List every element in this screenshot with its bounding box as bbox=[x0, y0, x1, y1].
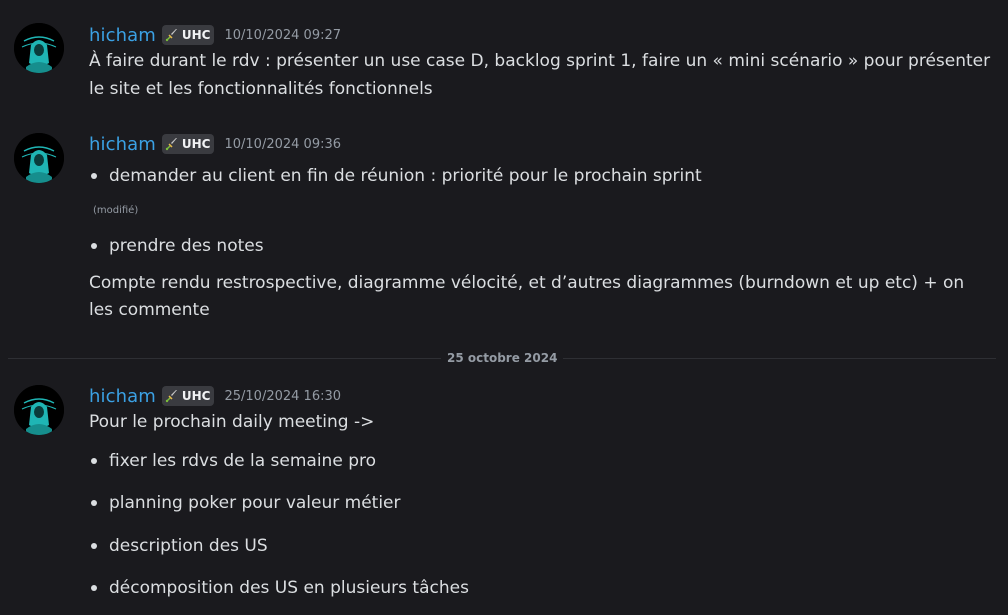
list-item: description des US bbox=[89, 534, 268, 558]
bullet-icon bbox=[91, 173, 97, 179]
bullet-icon bbox=[91, 585, 97, 591]
username[interactable]: hicham bbox=[89, 134, 156, 155]
hooded-figure-icon bbox=[14, 385, 64, 435]
clan-tag-label: UHC bbox=[181, 137, 211, 151]
list-item: planning poker pour valeur métier bbox=[89, 491, 401, 515]
sword-icon bbox=[165, 138, 177, 151]
list-item-text: description des US bbox=[109, 536, 268, 556]
message-header: hicham UHC 10/10/2024 09:36 bbox=[89, 132, 341, 156]
bullet-icon bbox=[91, 458, 97, 464]
message-timestamp[interactable]: 10/10/2024 09:27 bbox=[224, 28, 341, 43]
message-text: le site et les fonctionnalités fonctionn… bbox=[89, 79, 433, 99]
hooded-figure-icon bbox=[14, 133, 64, 183]
clan-tag[interactable]: UHC bbox=[161, 386, 215, 406]
message-text: À faire durant le rdv : présenter un use… bbox=[89, 51, 991, 71]
user-avatar[interactable] bbox=[14, 133, 64, 183]
list-item-text: planning poker pour valeur métier bbox=[109, 493, 401, 513]
list-item: demander au client en fin de réunion : p… bbox=[89, 164, 702, 188]
sword-icon bbox=[165, 390, 177, 403]
list-item-text: prendre des notes bbox=[109, 236, 264, 256]
list-item: fixer les rdvs de la semaine pro bbox=[89, 449, 376, 473]
list-item: décomposition des US en plusieurs tâches bbox=[89, 576, 469, 600]
list-item-text: décomposition des US en plusieurs tâches bbox=[109, 578, 469, 598]
message-text: Pour le prochain daily meeting -> bbox=[89, 412, 375, 432]
clan-tag[interactable]: UHC bbox=[161, 134, 215, 154]
list-item: prendre des notes bbox=[89, 234, 264, 258]
clan-tag-label: UHC bbox=[181, 389, 211, 403]
message-timestamp[interactable]: 10/10/2024 09:36 bbox=[224, 137, 341, 152]
list-item-text: demander au client en fin de réunion : p… bbox=[109, 166, 702, 186]
hooded-figure-icon bbox=[14, 23, 64, 73]
username[interactable]: hicham bbox=[89, 25, 156, 46]
username[interactable]: hicham bbox=[89, 386, 156, 407]
bullet-icon bbox=[91, 500, 97, 506]
message-header: hicham UHC 25/10/2024 16:30 bbox=[89, 384, 341, 408]
sword-icon bbox=[165, 29, 177, 42]
message-header: hicham UHC 10/10/2024 09:27 bbox=[89, 23, 341, 47]
bullet-icon bbox=[91, 243, 97, 249]
user-avatar[interactable] bbox=[14, 385, 64, 435]
bullet-icon bbox=[91, 543, 97, 549]
clan-tag[interactable]: UHC bbox=[161, 25, 215, 45]
user-avatar[interactable] bbox=[14, 23, 64, 73]
edited-label[interactable]: (modifié) bbox=[93, 205, 138, 216]
message-text: les commente bbox=[89, 300, 210, 320]
date-divider-label: 25 octobre 2024 bbox=[441, 349, 564, 367]
message-list: hicham UHC 10/10/2024 09:27 À faire dura… bbox=[0, 0, 1008, 615]
list-item-text: fixer les rdvs de la semaine pro bbox=[109, 451, 377, 471]
clan-tag-label: UHC bbox=[181, 28, 211, 42]
message-text: Compte rendu restrospective, diagramme v… bbox=[89, 273, 965, 293]
message-timestamp[interactable]: 25/10/2024 16:30 bbox=[224, 389, 341, 404]
